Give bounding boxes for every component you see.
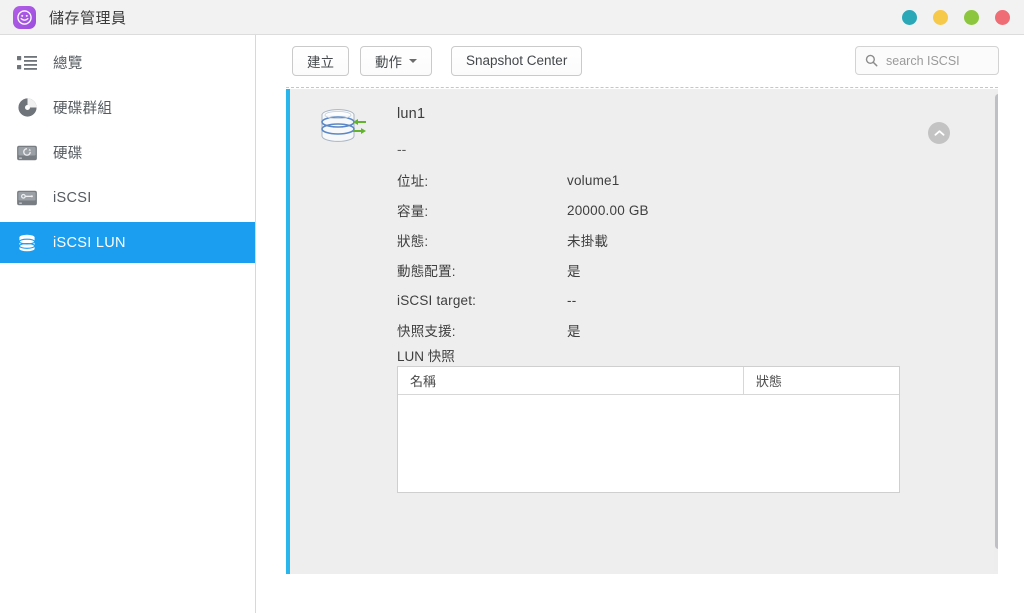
window-controls — [902, 0, 1010, 35]
action-dropdown-button[interactable]: 動作 — [360, 45, 432, 76]
window-control-teal[interactable] — [902, 10, 917, 25]
sidebar-item-iscsi-lun[interactable]: iSCSI LUN — [0, 222, 255, 263]
detail-row: 位址: volume1 — [397, 165, 957, 195]
sidebar: 總覽 硬碟群組 硬碟 iSCSI iSCSI LUN — [0, 35, 256, 613]
storage-manager-window: 儲存管理員 總覽 硬碟群組 硬碟 iSCSI iSCSI LUN 建立 動作 S… — [0, 0, 1024, 613]
detail-key: 動態配置: — [397, 264, 456, 279]
sidebar-item-disk[interactable]: 硬碟 — [0, 132, 255, 173]
sidebar-item-disk-group[interactable]: 硬碟群組 — [0, 87, 255, 128]
sidebar-item-overview[interactable]: 總覽 — [0, 42, 255, 83]
disk-group-pie-icon — [14, 95, 40, 121]
window-title: 儲存管理員 — [49, 9, 127, 27]
storage-manager-icon — [13, 5, 36, 29]
detail-row: 狀態: 未掛載 — [397, 225, 957, 255]
lun-panel-wrapper: lun1 -- 位址: volume1 容量: 20000.00 GB 狀態: … — [286, 87, 998, 574]
lun-snapshot-section-title: LUN 快照 — [397, 349, 455, 364]
window-control-red[interactable] — [995, 10, 1010, 25]
table-body-empty — [398, 395, 899, 492]
panel-scrollbar-thumb[interactable] — [995, 94, 998, 549]
sidebar-item-label: 硬碟 — [53, 146, 83, 162]
detail-key: 位址: — [397, 174, 429, 189]
title-bar: 儲存管理員 — [0, 0, 1024, 35]
sidebar-item-label: 硬碟群組 — [53, 101, 113, 117]
detail-row: iSCSI target: -- — [397, 285, 957, 315]
collapse-panel-button[interactable] — [928, 122, 950, 144]
detail-key: iSCSI target: — [397, 292, 477, 308]
action-button-label: 動作 — [375, 54, 402, 70]
table-header-row: 名稱 狀態 — [398, 367, 899, 395]
window-control-yellow[interactable] — [933, 10, 948, 25]
overview-list-icon — [14, 50, 40, 76]
chevron-down-icon — [409, 58, 417, 63]
sidebar-item-iscsi[interactable]: iSCSI — [0, 177, 255, 218]
detail-row: 動態配置: 是 — [397, 255, 957, 285]
detail-key: 狀態: — [397, 234, 429, 249]
search-icon — [865, 54, 878, 67]
lun-snapshot-table: 名稱 狀態 — [397, 366, 900, 493]
sidebar-item-label: iSCSI LUN — [53, 234, 126, 251]
detail-value: 未掛載 — [567, 234, 609, 249]
lun-database-sync-icon — [318, 107, 370, 149]
detail-value: -- — [567, 292, 577, 308]
chevron-up-icon — [934, 124, 945, 142]
detail-key: 容量: — [397, 204, 429, 219]
lun-detail-list: 位址: volume1 容量: 20000.00 GB 狀態: 未掛載 動態配置… — [397, 165, 957, 345]
detail-value: 是 — [567, 264, 581, 279]
lun-description: -- — [397, 141, 407, 157]
iscsi-disk-icon — [14, 185, 40, 211]
detail-value: 20000.00 GB — [567, 202, 649, 218]
search-input[interactable] — [886, 53, 986, 68]
detail-value: volume1 — [567, 172, 620, 188]
content-area: 建立 動作 Snapshot Center search ISCSI lun1 … — [257, 35, 1024, 613]
column-header-name[interactable]: 名稱 — [398, 367, 744, 394]
detail-row: 容量: 20000.00 GB — [397, 195, 957, 225]
create-button[interactable]: 建立 — [292, 45, 349, 76]
snapshot-center-button[interactable]: Snapshot Center — [451, 45, 583, 76]
lun-detail-panel: lun1 -- 位址: volume1 容量: 20000.00 GB 狀態: … — [286, 89, 998, 574]
detail-key: 快照支援: — [397, 324, 456, 339]
panel-scrollbar-track[interactable] — [994, 92, 998, 571]
search-box[interactable] — [855, 46, 999, 75]
detail-value: 是 — [567, 324, 581, 339]
window-control-green[interactable] — [964, 10, 979, 25]
sidebar-item-label: iSCSI — [53, 189, 92, 206]
lun-name: lun1 — [397, 106, 426, 122]
detail-row: 快照支援: 是 — [397, 315, 957, 345]
column-header-state[interactable]: 狀態 — [744, 367, 899, 394]
hard-disk-icon — [14, 140, 40, 166]
database-stack-icon — [14, 230, 40, 256]
toolbar: 建立 動作 Snapshot Center — [257, 35, 1024, 86]
sidebar-item-label: 總覽 — [53, 56, 83, 72]
